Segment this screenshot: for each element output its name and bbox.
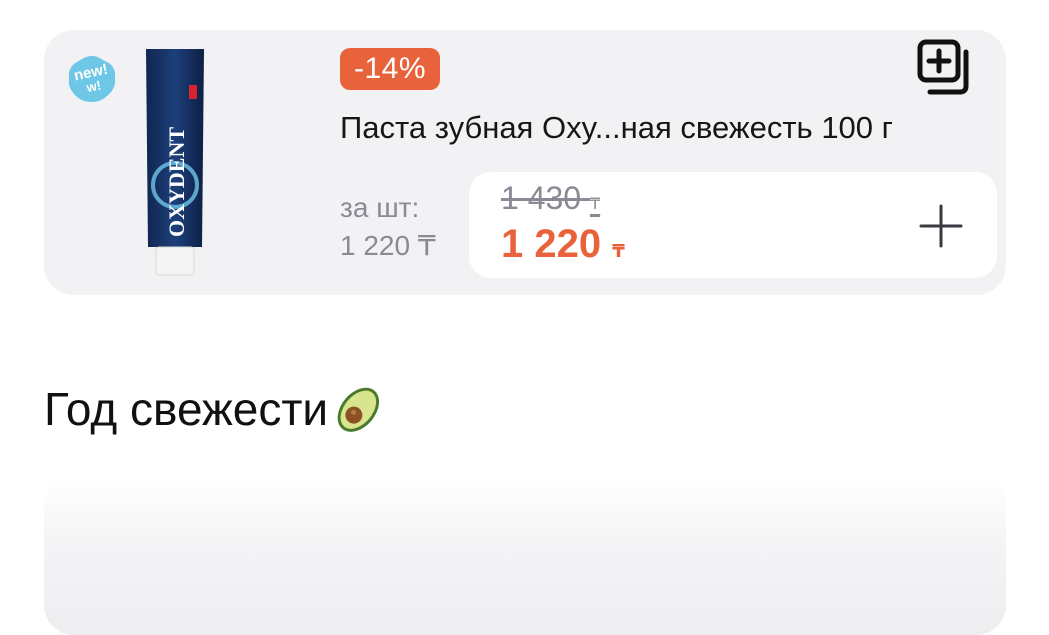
old-price-value: 1 430: [501, 180, 582, 216]
unit-price-label: за шт:: [340, 192, 420, 223]
section-heading: Год свежести: [44, 380, 388, 438]
current-price: 1 220 ₸: [501, 222, 625, 267]
current-price-value: 1 220: [501, 222, 602, 266]
discount-badge: -14%: [340, 48, 441, 90]
current-price-currency: ₸: [612, 241, 625, 261]
product-image[interactable]: OXYDENT: [142, 47, 208, 277]
old-price: 1 430 ₸: [501, 180, 600, 217]
old-price-currency: ₸: [589, 196, 601, 213]
price-box[interactable]: 1 430 ₸ 1 220 ₸: [469, 172, 997, 278]
add-to-cart-button[interactable]: [917, 202, 965, 250]
section-heading-text: Год свежести: [44, 383, 329, 435]
product-title[interactable]: Паста зубная Oxy...ная свежесть 100 г: [340, 110, 893, 146]
product-brand: OXYDENT: [164, 127, 189, 237]
svg-text:w!: w!: [84, 77, 102, 95]
add-to-list-icon[interactable]: [916, 38, 978, 100]
new-sticker-icon: new! w!: [68, 56, 116, 102]
loading-card-placeholder: [44, 475, 1006, 635]
avocado-icon: [337, 387, 380, 432]
unit-price: 1 220 ₸: [340, 230, 436, 261]
product-card[interactable]: new! w! OXYDENT -14% Паста зубная Oxy...…: [44, 30, 1006, 295]
